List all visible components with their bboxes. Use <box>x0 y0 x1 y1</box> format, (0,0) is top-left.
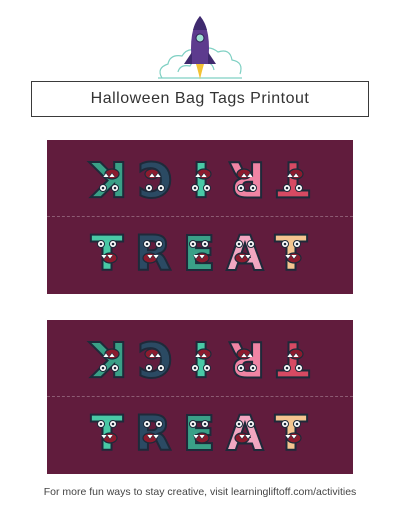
monster-pupil <box>283 242 287 246</box>
monster-letter: C <box>136 329 173 387</box>
monster-pupil <box>99 242 103 246</box>
page-title: Halloween Bag Tags Printout <box>90 90 310 107</box>
word-bottom: TREAT <box>90 405 309 463</box>
monster-letter: A <box>225 225 264 283</box>
monster-pupil <box>99 422 103 426</box>
fold-line <box>47 216 353 217</box>
monster-pupil <box>159 366 163 370</box>
rocket-cloud-icon <box>150 14 250 84</box>
monster-pupil <box>251 186 255 190</box>
monster-pupil <box>239 366 243 370</box>
monster-letter: T <box>274 225 309 283</box>
monster-letter: E <box>182 405 217 463</box>
monster-letter: T <box>275 149 310 207</box>
monster-pupil <box>285 186 289 190</box>
monster-pupil <box>193 366 197 370</box>
monster-letter: A <box>225 405 264 463</box>
monster-pupil <box>101 186 105 190</box>
monster-letter: T <box>274 405 309 463</box>
page-title-box: Halloween Bag Tags Printout <box>31 81 369 117</box>
monster-pupil <box>111 422 115 426</box>
monster-letter: K <box>88 149 129 207</box>
monster-letter: T <box>90 405 125 463</box>
monster-letter: I <box>191 149 212 207</box>
monster-pupil <box>295 242 299 246</box>
word-top-flipped: TRICK <box>88 149 311 207</box>
monster-pupil <box>159 186 163 190</box>
monster-letter: T <box>90 225 125 283</box>
monster-letter: R <box>134 405 173 463</box>
bag-tag: TRICKTREAT <box>47 320 353 474</box>
monster-pupil <box>249 242 253 246</box>
monster-pupil <box>283 422 287 426</box>
monster-letter: R <box>134 225 173 283</box>
monster-pupil <box>147 366 151 370</box>
monster-pupil <box>297 366 301 370</box>
monster-pupil <box>249 422 253 426</box>
monster-pupil <box>145 242 149 246</box>
monster-letter: R <box>228 149 267 207</box>
monster-pupil <box>113 186 117 190</box>
monster-pupil <box>237 242 241 246</box>
monster-pupil <box>191 422 195 426</box>
monster-letter: C <box>136 149 173 207</box>
monster-pupil <box>205 366 209 370</box>
monster-pupil <box>203 422 207 426</box>
monster-pupil <box>205 186 209 190</box>
monster-letter: K <box>88 329 129 387</box>
monster-pupil <box>147 186 151 190</box>
monster-letter: E <box>182 225 217 283</box>
monster-pupil <box>203 242 207 246</box>
monster-pupil <box>111 242 115 246</box>
monster-pupil <box>145 422 149 426</box>
monster-letter: T <box>275 329 310 387</box>
monster-pupil <box>237 422 241 426</box>
monster-pupil <box>285 366 289 370</box>
monster-pupil <box>113 366 117 370</box>
monster-pupil <box>101 366 105 370</box>
word-bottom: TREAT <box>90 225 309 283</box>
monster-pupil <box>297 186 301 190</box>
monster-pupil <box>295 422 299 426</box>
fold-line <box>47 396 353 397</box>
monster-pupil <box>157 242 161 246</box>
monster-letter: I <box>191 329 212 387</box>
monster-pupil <box>191 242 195 246</box>
word-top-flipped: TRICK <box>88 329 311 387</box>
monster-pupil <box>157 422 161 426</box>
monster-letter: R <box>228 329 267 387</box>
monster-pupil <box>193 186 197 190</box>
monster-pupil <box>239 186 243 190</box>
footer-text: For more fun ways to stay creative, visi… <box>43 486 357 498</box>
tag-art: TRICKTREAT <box>88 329 311 463</box>
bag-tag: TRICKTREAT <box>47 140 353 294</box>
monster-pupil <box>251 366 255 370</box>
tag-art: TRICKTREAT <box>88 149 311 283</box>
